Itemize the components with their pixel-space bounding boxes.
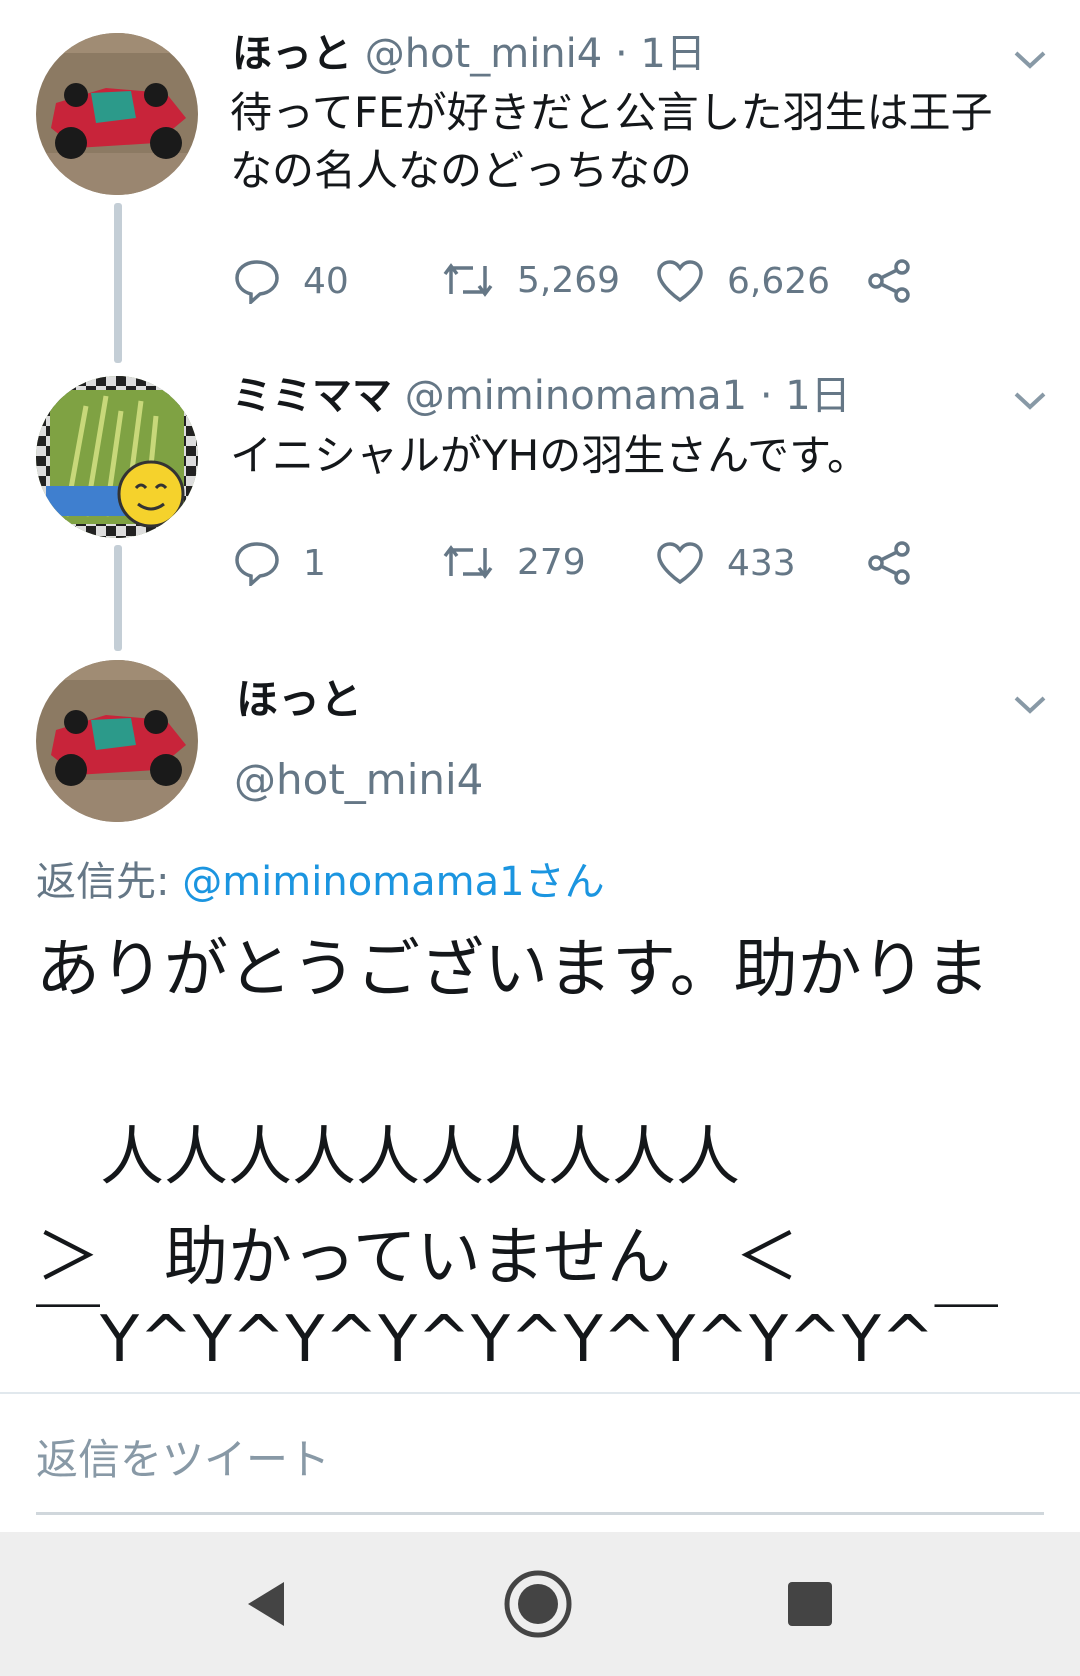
tweet2-handle[interactable]: @miminomama1 [405, 373, 747, 419]
tweet2-header: ミミママ @miminomama1 · 1日 [232, 370, 851, 422]
tweet1-reply-button[interactable]: 40 [233, 258, 349, 304]
heart-icon [657, 260, 703, 303]
tweet1-like-count: 6,626 [727, 260, 831, 302]
back-icon[interactable] [240, 1576, 296, 1632]
tweet2-retweet-button[interactable]: 279 [441, 540, 586, 584]
system-nav-bar [0, 1532, 1080, 1676]
tweet2-like-button[interactable]: 433 [655, 540, 796, 586]
reply-to-prefix: 返信先: [36, 859, 183, 905]
reply-icon [235, 542, 279, 586]
tweet2-text: イニシャルがYHの羽生さんです。 [230, 431, 869, 480]
tweet1-retweet-button[interactable]: 5,269 [441, 258, 620, 302]
avatar-miminomama1[interactable] [36, 376, 198, 538]
tweet1-reply-count: 40 [303, 260, 349, 302]
tweet1-text-line1: 待ってFEが好きだと公言した羽生は王子 [230, 88, 993, 137]
reply-input-underline [36, 1512, 1044, 1515]
tweet1-display-name[interactable]: ほっと [232, 31, 352, 77]
share-icon[interactable] [866, 539, 914, 587]
tweet2-reply-count: 1 [303, 542, 326, 584]
thread-line [114, 545, 122, 651]
reply-tweet-input[interactable]: 返信をツイート [36, 1430, 330, 1490]
thread-line [114, 203, 122, 363]
tweet1-time: · 1日 [614, 31, 706, 77]
avatar-hot-mini4[interactable] [36, 660, 198, 822]
heart-icon [657, 542, 703, 585]
retweet-icon [443, 545, 493, 579]
tweet1-text: 待ってFEが好きだと公言した羽生は王子 なの名人なのどっちなの [230, 84, 993, 200]
tweet2-display-name[interactable]: ミミママ [232, 373, 392, 419]
chevron-down-icon[interactable] [1010, 689, 1050, 719]
home-icon[interactable] [502, 1568, 574, 1640]
avatar-hot-mini4[interactable] [36, 33, 198, 195]
tweet2-retweet-count: 279 [517, 541, 586, 583]
main-tweet-text-line1: ありがとうございます。助かりま [36, 933, 990, 1007]
reply-icon [235, 260, 279, 304]
chevron-down-icon[interactable] [1010, 44, 1050, 74]
tweet2-like-count: 433 [727, 542, 796, 584]
tweet1-text-line2: なの名人なのどっちなの [230, 146, 693, 195]
tweet2-time: · 1日 [759, 373, 851, 419]
divider [0, 1392, 1080, 1394]
tweet1-handle[interactable]: @hot_mini4 [365, 31, 603, 77]
share-icon[interactable] [866, 257, 914, 305]
tweet1-header: ほっと @hot_mini4 · 1日 [232, 28, 706, 80]
main-tweet-text-line4: ￣Y^Y^Y^Y^Y^Y^Y^Y^Y^￣ [36, 1303, 999, 1377]
retweet-icon [443, 263, 493, 297]
main-tweet-text-line3: ＞ 助かっていません ＜ [36, 1221, 799, 1295]
main-tweet-text-line2: 人人人人人人人人人人 [36, 1121, 740, 1195]
reply-to-context: 返信先: @miminomama1さん [36, 855, 605, 909]
tweet2-reply-button[interactable]: 1 [233, 540, 326, 586]
tweet1-like-button[interactable]: 6,626 [655, 258, 830, 304]
main-tweet-handle[interactable]: @hot_mini4 [234, 752, 483, 808]
recents-icon[interactable] [784, 1578, 836, 1630]
reply-to-handle-link[interactable]: @miminomama1さん [182, 859, 604, 905]
chevron-down-icon[interactable] [1010, 385, 1050, 415]
main-tweet-display-name[interactable]: ほっと [236, 672, 362, 728]
tweet1-retweet-count: 5,269 [517, 259, 621, 301]
